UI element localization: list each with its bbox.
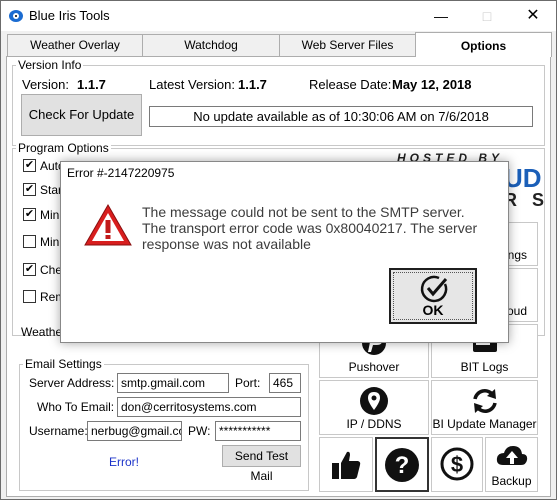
latest-version-value: 1.1.7: [238, 77, 267, 92]
option-checkbox-4[interactable]: [23, 235, 36, 248]
email-settings-title: Email Settings: [23, 357, 104, 371]
option-checkbox-5[interactable]: ✔: [23, 263, 36, 276]
settings-tile-label-partial: ngs: [507, 248, 527, 262]
error-dialog: Error #-2147220975 The message could not…: [60, 161, 509, 343]
bi-update-manager-label: BI Update Manager: [432, 417, 537, 431]
port-label: Port:: [235, 376, 261, 390]
username-label: Username:: [29, 424, 88, 438]
backup-tile[interactable]: Backup: [485, 437, 538, 492]
server-address-label: Server Address:: [29, 376, 115, 390]
thumbs-up-icon: [332, 451, 361, 479]
donate-tile[interactable]: $: [431, 437, 483, 492]
ip-location-icon: [360, 387, 388, 415]
dialog-message: The message could not be sent to the SMT…: [142, 204, 478, 252]
version-label: Version:: [22, 77, 69, 92]
option-checkbox-6[interactable]: [23, 290, 36, 303]
weather-label-partial: Weathe: [21, 325, 63, 339]
eye-icon: [9, 10, 23, 22]
dialog-title: Error #-2147220975: [67, 166, 175, 180]
release-date-label: Release Date:: [309, 77, 392, 92]
backup-label: Backup: [491, 474, 532, 488]
option-checkbox-2[interactable]: ✔: [23, 183, 36, 196]
bit-logs-label: BIT Logs: [460, 360, 509, 374]
who-to-email-label: Who To Email:: [37, 400, 115, 414]
tab-options[interactable]: Options: [415, 32, 552, 57]
server-address-input[interactable]: smtp.gmail.com: [117, 373, 229, 393]
check-for-update-button[interactable]: Check For Update: [21, 94, 142, 136]
warning-icon: [84, 203, 132, 246]
ip-ddns-label: IP / DDNS: [346, 417, 402, 431]
dollar-icon: $: [440, 447, 474, 481]
bi-update-manager-tile[interactable]: BI Update Manager: [431, 380, 538, 435]
update-status-box: No update available as of 10:30:06 AM on…: [149, 106, 533, 127]
ok-button-label: OK: [422, 302, 444, 318]
thumbs-up-tile[interactable]: [319, 437, 373, 492]
cloud-upload-icon: [496, 446, 527, 465]
question-mark-icon: ?: [385, 448, 419, 482]
version-value: 1.1.7: [77, 77, 106, 92]
pushover-label: Pushover: [348, 360, 400, 374]
version-info-title: Version Info: [16, 58, 84, 72]
latest-version-label: Latest Version:: [149, 77, 235, 92]
program-options-title: Program Options: [16, 141, 111, 155]
title-bar: Blue Iris Tools — □ ✕: [1, 1, 556, 31]
email-error-text: Error!: [109, 455, 139, 469]
tab-watchdog[interactable]: Watchdog: [142, 34, 280, 56]
version-info-group: Version Info Version: 1.1.7 Latest Versi…: [12, 58, 545, 146]
svg-text:?: ?: [395, 452, 410, 479]
ok-button[interactable]: OK: [389, 268, 477, 324]
maximize-button[interactable]: □: [464, 1, 510, 31]
password-input[interactable]: ***********: [215, 421, 301, 441]
tab-weather-overlay[interactable]: Weather Overlay: [7, 34, 143, 56]
ip-ddns-tile[interactable]: IP / DDNS: [319, 380, 429, 435]
checkmark-circle-icon: [420, 275, 448, 303]
who-to-email-input[interactable]: don@cerritosystems.com: [117, 397, 301, 417]
cloud-tile-label-partial: oud: [506, 304, 527, 318]
close-button[interactable]: ✕: [510, 1, 556, 31]
help-tile[interactable]: ?: [375, 437, 429, 492]
option-checkbox-1[interactable]: ✔: [23, 159, 36, 172]
refresh-icon: [472, 389, 497, 413]
svg-text:$: $: [451, 452, 463, 477]
tab-web-server-files[interactable]: Web Server Files: [279, 34, 416, 56]
username-input[interactable]: nerbug@gmail.com: [87, 421, 182, 441]
dialog-body: The message could not be sent to the SMT…: [61, 186, 508, 342]
window-title: Blue Iris Tools: [29, 8, 110, 23]
minimize-button[interactable]: —: [418, 1, 464, 31]
port-input[interactable]: 465: [269, 373, 301, 393]
password-label: PW:: [188, 424, 211, 438]
release-date-value: May 12, 2018: [392, 77, 472, 92]
send-test-mail-button[interactable]: Send Test Mail: [222, 445, 301, 483]
hosted-logo-subtext-partial: R S: [504, 190, 550, 210]
option-checkbox-3[interactable]: ✔: [23, 208, 36, 221]
